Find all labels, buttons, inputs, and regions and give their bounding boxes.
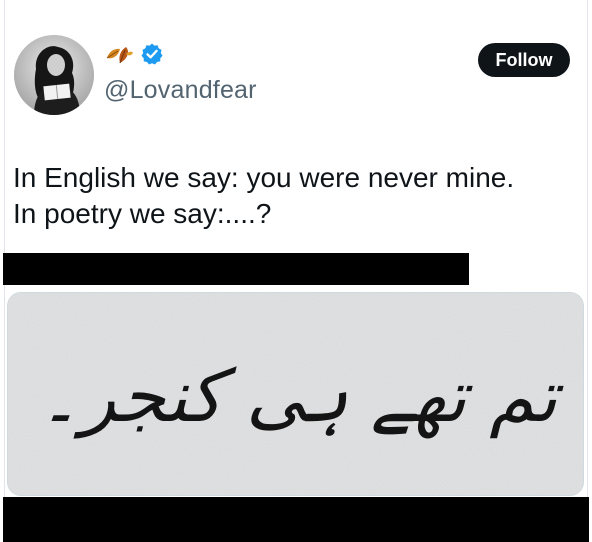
tweet-text-line-2: In poetry we say:....? (13, 198, 272, 229)
tweet-media-image[interactable]: تم تھے ہی کنجر۔ (7, 292, 584, 496)
avatar-image (14, 35, 94, 115)
verified-badge-icon (140, 42, 164, 71)
follow-button[interactable]: Follow (478, 43, 570, 77)
redaction-bar (3, 253, 469, 285)
redaction-bar-bottom (3, 497, 589, 542)
urdu-calligraphy-text: تم تھے ہی کنجر۔ (39, 354, 565, 439)
autumn-leaves-icon (104, 42, 134, 71)
calligraphy-image: تم تھے ہی کنجر۔ (8, 293, 583, 495)
avatar[interactable] (14, 35, 94, 115)
display-name-row[interactable] (104, 42, 164, 70)
tweet-text: In English we say: you were never mine. … (13, 160, 573, 232)
tweet-text-line-1: In English we say: you were never mine. (13, 162, 515, 193)
user-handle[interactable]: @Lovandfear (104, 76, 257, 105)
